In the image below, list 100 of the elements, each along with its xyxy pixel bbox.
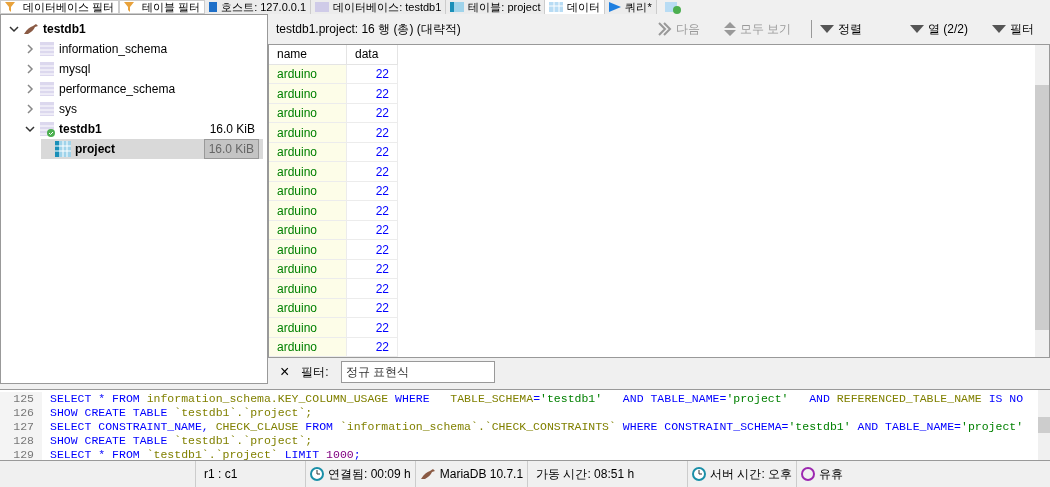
filter-label: 필터: xyxy=(301,364,329,382)
code-line: SELECT CONSTRAINT_NAME, CHECK_CLAUSE FROM `information_schema`.`CHECK_CONSTRAINTS` WHERE CONSTRAINT_SCHEMA='testdb1' AND TABLE_NAME='project' xyxy=(49,420,1024,434)
table-cell: 22 xyxy=(347,142,398,163)
column-header[interactable]: name xyxy=(269,44,347,65)
table-cell: arduino xyxy=(269,337,347,358)
table-cell: arduino xyxy=(269,84,347,104)
server-icon xyxy=(209,2,218,12)
scrollbar[interactable] xyxy=(1035,44,1049,358)
code-line: SHOW CREATE TABLE `testdb1`.`project`; xyxy=(49,434,313,448)
scrollbar[interactable] xyxy=(1038,390,1050,460)
tree-label: performance_schema xyxy=(59,81,177,98)
table-cell: arduino xyxy=(269,181,347,202)
tree-label: mysql xyxy=(59,61,92,78)
table-cell: arduino xyxy=(269,103,347,124)
filter-field[interactable]: 정규 표현식 xyxy=(340,361,495,384)
caret-icon xyxy=(910,24,924,33)
tab[interactable]: 쿼리* xyxy=(605,0,657,14)
database-check-icon xyxy=(39,121,55,137)
toolbar-button[interactable]: 필터 xyxy=(984,19,1042,38)
tab[interactable]: 호스트: 127.0.0.1 xyxy=(205,0,312,14)
table-cell: arduino xyxy=(269,279,347,299)
table-cell: 22 xyxy=(347,64,398,85)
table-cell: arduino xyxy=(269,318,347,338)
tree-item[interactable]: testdb1 16.0 KiB xyxy=(25,119,263,139)
circle-icon xyxy=(801,467,816,481)
database-icon xyxy=(39,61,55,77)
database-icon xyxy=(39,101,55,117)
grid-icon xyxy=(549,2,564,12)
database-icon xyxy=(315,2,330,12)
tree-item[interactable]: information_schema xyxy=(25,39,263,59)
seal-icon xyxy=(23,23,39,35)
size-label: 16.0 KiB xyxy=(208,121,256,138)
row-count-label: testdb1.project: 16 행 (총) (대략적) xyxy=(276,20,461,38)
chevron-down-icon[interactable] xyxy=(9,24,19,34)
tree-label: testdb1 xyxy=(59,121,103,138)
toolbar-button[interactable]: 정렬 xyxy=(811,19,870,38)
seal-icon xyxy=(419,468,436,480)
code-line: SELECT * FROM `testdb1`.`project` LIMIT 1000; xyxy=(49,448,361,460)
table-cell: 22 xyxy=(347,279,398,299)
up-down-icon xyxy=(723,21,736,36)
table-cell: arduino xyxy=(269,220,347,241)
tab[interactable]: 데이터베이스: testdb1 xyxy=(311,0,447,14)
status-item: MariaDB 10.7.1 xyxy=(414,461,528,487)
table-cell: 22 xyxy=(347,220,398,241)
tree-item[interactable]: project 16.0 KiB xyxy=(41,139,263,159)
tab[interactable]: 테이블 필터 xyxy=(119,0,206,14)
code-line: SELECT * FROM information_schema.KEY_COLUMN_USAGE WHERE TABLE_SCHEMA='testdb1' AND TABLE_NAME='project' AND REFERENCED_TABLE_NAME IS NO xyxy=(49,392,1024,406)
line-number: 125 xyxy=(0,392,42,406)
tree-item[interactable]: sys xyxy=(25,99,263,119)
play-icon xyxy=(609,2,622,12)
table-cell: arduino xyxy=(269,64,347,85)
table-cell: 22 xyxy=(347,259,398,280)
table-cell: 22 xyxy=(347,84,398,104)
double-chevron-icon xyxy=(657,21,672,36)
line-number: 129 xyxy=(0,448,42,460)
tab[interactable]: 데이터 xyxy=(545,0,606,14)
tab[interactable]: 테이블: project xyxy=(446,0,546,14)
tree-label: project xyxy=(75,141,116,158)
line-number: 128 xyxy=(0,434,42,448)
table-add-icon[interactable] xyxy=(664,2,681,14)
table-cell: 22 xyxy=(347,318,398,338)
status-item: 연결됨: 00:09 h xyxy=(305,461,415,487)
table-cell: 22 xyxy=(347,123,398,143)
table-icon xyxy=(450,2,465,12)
table-cell: arduino xyxy=(269,123,347,143)
table-cell: arduino xyxy=(269,259,347,280)
toolbar-button[interactable]: 열 (2/2) xyxy=(902,19,976,38)
table-cell: arduino xyxy=(269,240,347,260)
column-header[interactable]: data xyxy=(347,44,398,65)
table-cell: arduino xyxy=(269,162,347,182)
caret-icon xyxy=(820,24,834,33)
tab[interactable]: 데이터베이스 필터 xyxy=(0,0,120,14)
tree-label: sys xyxy=(59,101,78,118)
database-icon xyxy=(39,41,55,57)
table-cell: 22 xyxy=(347,240,398,260)
tree-item[interactable]: mysql xyxy=(25,59,263,79)
line-number: 126 xyxy=(0,406,42,420)
clock-icon xyxy=(692,467,707,481)
tree-item[interactable]: performance_schema xyxy=(25,79,263,99)
line-number: 127 xyxy=(0,420,42,434)
status-item: 서버 시간: 오후 xyxy=(687,461,797,487)
status-item: r1 : c1 xyxy=(195,461,305,487)
tree-label: testdb1 xyxy=(43,21,87,38)
status-item: 가동 시간: 08:51 h xyxy=(527,461,688,487)
close-button[interactable]: × xyxy=(280,364,290,381)
table-icon xyxy=(55,141,71,157)
clock-icon xyxy=(310,467,324,481)
table-cell: arduino xyxy=(269,298,347,319)
chevron-down-icon[interactable] xyxy=(25,124,35,134)
tree-label: information_schema xyxy=(59,41,169,58)
table-cell: 22 xyxy=(347,162,398,182)
sql-editor[interactable] xyxy=(0,389,1050,461)
table-cell: arduino xyxy=(269,201,347,221)
caret-icon xyxy=(992,24,1006,33)
tree-item[interactable]: testdb1 xyxy=(9,19,263,39)
table-cell: 22 xyxy=(347,298,398,319)
database-icon xyxy=(39,81,55,97)
code-line: SHOW CREATE TABLE `testdb1`.`project`; xyxy=(49,406,313,420)
size-label: 16.0 KiB xyxy=(203,139,259,159)
table-cell: 22 xyxy=(347,201,398,221)
